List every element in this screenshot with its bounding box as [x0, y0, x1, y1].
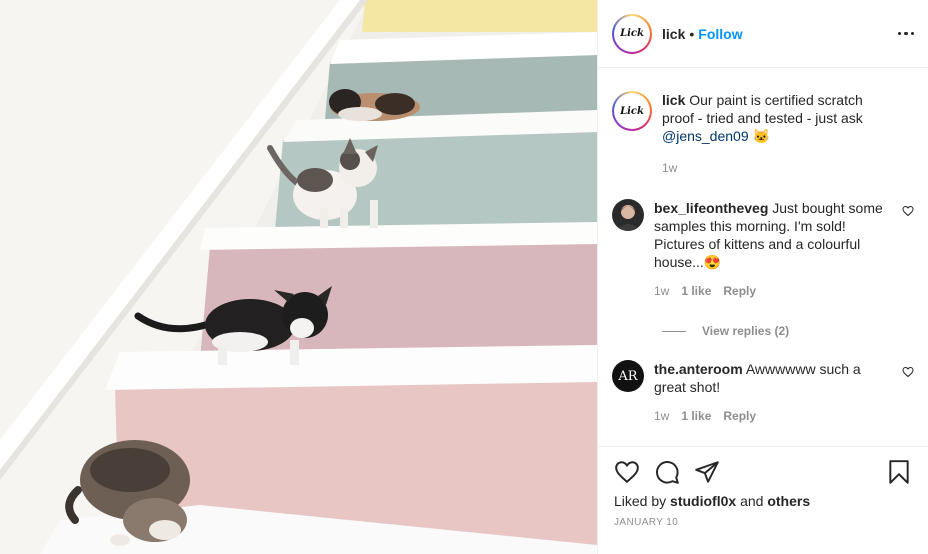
liked-by-others[interactable]: others — [767, 493, 810, 509]
separator-dot: • — [689, 25, 695, 42]
post-caption: Lick lick Our paint is certified scratch… — [612, 91, 914, 175]
comment-item: AR the.anteroom Awwwwww such a great sho… — [612, 360, 914, 423]
author-username[interactable]: lick — [662, 26, 685, 42]
caption-meta: 1w — [662, 161, 892, 175]
heart-icon[interactable] — [614, 459, 640, 485]
comment-heart-icon[interactable] — [902, 205, 914, 217]
divider-line — [662, 330, 686, 332]
comment-time[interactable]: 1w — [654, 284, 669, 298]
caption-author-avatar[interactable]: Lick — [612, 91, 652, 131]
caption-body: Our paint is certified scratch proof - t… — [662, 92, 863, 126]
view-replies-button[interactable]: View replies (2) — [662, 324, 914, 338]
cat-emoji: 🐱 — [752, 128, 770, 144]
commenter-avatar[interactable] — [612, 199, 644, 231]
comment-icon[interactable] — [654, 459, 680, 485]
caption-mention[interactable]: @jens_den09 — [662, 128, 749, 144]
reply-button[interactable]: Reply — [723, 409, 756, 423]
post-date[interactable]: JANUARY 10 — [614, 517, 912, 528]
author-avatar[interactable]: Lick — [612, 13, 652, 54]
anteroom-logo: AR — [618, 368, 638, 384]
comment-likes[interactable]: 1 like — [681, 284, 711, 298]
follow-button[interactable]: Follow — [698, 26, 742, 42]
comment-heart-icon[interactable] — [902, 366, 914, 378]
lick-logo: Lick — [616, 95, 648, 127]
paper-plane-icon[interactable] — [694, 459, 720, 485]
post-footer: Liked by studiofl0x and others JANUARY 1… — [598, 446, 928, 554]
action-bar — [614, 447, 912, 497]
comments-list[interactable]: Lick lick Our paint is certified scratch… — [598, 69, 928, 445]
comment-text: the.anteroom Awwwwww such a great shot! — [654, 360, 892, 396]
comment-meta: 1w 1 like Reply — [654, 284, 892, 298]
post-photo[interactable] — [0, 0, 597, 554]
bookmark-icon[interactable] — [886, 459, 912, 485]
lick-logo: Lick — [616, 17, 648, 50]
commenter-avatar[interactable]: AR — [612, 360, 644, 392]
liked-by-user[interactable]: studiofl0x — [670, 493, 736, 509]
caption-text: lick Our paint is certified scratch proo… — [662, 91, 892, 145]
person-photo-icon — [612, 199, 644, 231]
instagram-post: Lick lick • Follow Lick lick Our paint i… — [0, 0, 928, 554]
comment-time[interactable]: 1w — [654, 409, 669, 423]
liked-by-and: and — [740, 493, 764, 509]
comment-username[interactable]: bex_lifeontheveg — [654, 200, 768, 216]
comment-likes[interactable]: 1 like — [681, 409, 711, 423]
kittens-on-stairs-image — [0, 0, 597, 554]
liked-by-prefix: Liked by — [614, 493, 667, 509]
comment-username[interactable]: the.anteroom — [654, 361, 743, 377]
comment-meta: 1w 1 like Reply — [654, 409, 892, 423]
comment-item: bex_lifeontheveg Just bought some sample… — [612, 199, 914, 298]
reply-button[interactable]: Reply — [723, 284, 756, 298]
post-header: Lick lick • Follow — [598, 0, 928, 68]
heart-eyes-emoji: 😍 — [703, 254, 722, 270]
comment-text: bex_lifeontheveg Just bought some sample… — [654, 199, 892, 271]
liked-by: Liked by studiofl0x and others — [614, 493, 912, 509]
view-replies-label: View replies (2) — [702, 324, 790, 338]
caption-username[interactable]: lick — [662, 92, 685, 108]
post-side-panel: Lick lick • Follow Lick lick Our paint i… — [597, 0, 928, 554]
more-options-icon[interactable] — [897, 26, 914, 42]
caption-time[interactable]: 1w — [662, 161, 677, 175]
